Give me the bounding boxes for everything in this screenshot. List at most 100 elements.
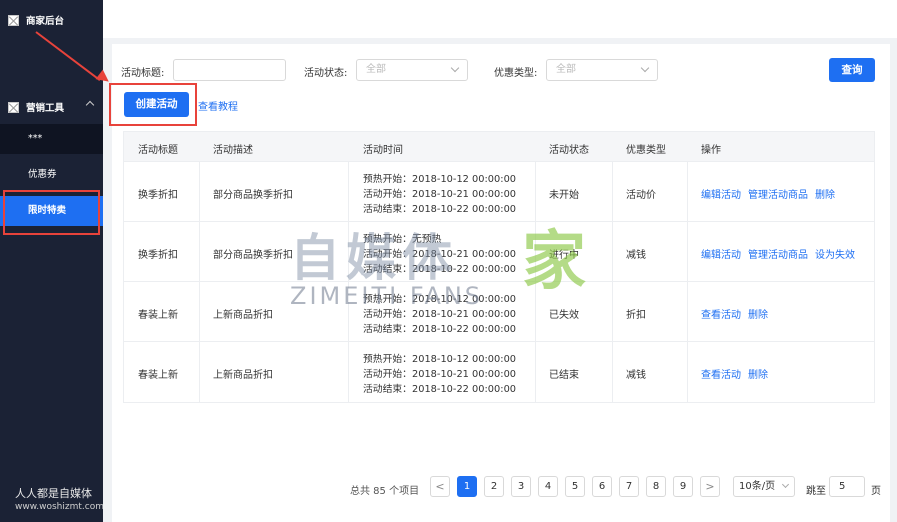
cell-time-end: 活动结束：2018-10-22 00:00:00 xyxy=(363,204,517,215)
cell-status: 未开始 xyxy=(549,190,579,201)
delete-link[interactable]: 删除 xyxy=(748,370,768,381)
column-divider xyxy=(199,162,200,221)
cell-time-start: 活动开始：2018-10-21 00:00:00 xyxy=(363,309,517,320)
column-divider xyxy=(348,162,349,221)
column-divider xyxy=(612,222,613,281)
column-divider xyxy=(687,342,688,402)
top-bar xyxy=(103,0,897,38)
page-button-5[interactable]: 5 xyxy=(565,476,585,497)
broken-image-icon xyxy=(8,14,19,26)
table-row: 春装上新 上新商品折扣 预热开始：2018-10-12 00:00:00 活动开… xyxy=(124,342,874,402)
filter-type-value: 全部 xyxy=(556,64,576,75)
cell-time-end: 活动结束：2018-10-22 00:00:00 xyxy=(363,264,517,275)
manage-products-link[interactable]: 管理活动商品 xyxy=(748,250,808,261)
sidebar-brand[interactable]: 商家后台 xyxy=(8,13,64,27)
page-button-1[interactable]: 1 xyxy=(457,476,477,497)
annotation-highlight-create xyxy=(109,83,197,126)
pagination: 总共 85 个项目 < 1 2 3 4 5 6 7 8 9 > 10条/页 跳至… xyxy=(0,476,897,498)
chevron-down-icon xyxy=(640,63,650,73)
cell-time-end: 活动结束：2018-10-22 00:00:00 xyxy=(363,384,517,395)
filter-type-select[interactable]: 全部 xyxy=(546,59,658,81)
sidebar-brand-label: 商家后台 xyxy=(26,16,65,27)
view-activity-link[interactable]: 查看活动 xyxy=(701,370,741,381)
page-button-7[interactable]: 7 xyxy=(619,476,639,497)
chevron-down-icon xyxy=(450,63,460,73)
sidebar-group-label: 营销工具 xyxy=(26,103,65,114)
cell-time-start: 活动开始：2018-10-21 00:00:00 xyxy=(363,189,517,200)
jump-page-input[interactable]: 5 xyxy=(829,476,865,497)
table-row: 换季折扣 部分商品换季折扣 预热开始：无预热 活动开始：2018-10-21 0… xyxy=(124,222,874,282)
cell-type: 减钱 xyxy=(626,250,646,261)
page-button-9[interactable]: 9 xyxy=(673,476,693,497)
view-activity-link[interactable]: 查看活动 xyxy=(701,310,741,321)
cell-time-start: 活动开始：2018-10-21 00:00:00 xyxy=(363,249,517,260)
page-button-2[interactable]: 2 xyxy=(484,476,504,497)
cell-ops: 编辑活动 管理活动商品 删除 xyxy=(701,186,842,201)
table-header-cell: 活动标题 xyxy=(138,145,178,156)
cell-time-preheat: 预热开始：2018-10-12 00:00:00 xyxy=(363,294,517,305)
cell-status: 已结束 xyxy=(549,370,579,381)
cell-desc: 上新商品折扣 xyxy=(213,370,273,381)
column-divider xyxy=(612,162,613,221)
cell-status: 进行中 xyxy=(549,250,579,261)
cell-desc: 部分商品换季折扣 xyxy=(213,190,293,201)
filter-status-value: 全部 xyxy=(366,64,386,75)
table-header-cell: 优惠类型 xyxy=(626,145,666,156)
filter-title-input[interactable] xyxy=(173,59,286,81)
cell-type: 减钱 xyxy=(626,370,646,381)
table-header-cell: 操作 xyxy=(701,145,721,156)
activity-table: 活动标题 活动描述 活动时间 活动状态 优惠类型 操作 换季折扣 部分商品换季折… xyxy=(123,131,875,403)
view-tutorial-link[interactable]: 查看教程 xyxy=(198,98,238,113)
column-divider xyxy=(199,282,200,341)
cell-status: 已失效 xyxy=(549,310,579,321)
cell-desc: 部分商品换季折扣 xyxy=(213,250,293,261)
cell-ops: 查看活动 删除 xyxy=(701,366,775,381)
cell-type: 活动价 xyxy=(626,190,656,201)
cell-ops: 编辑活动 管理活动商品 设为失效 xyxy=(701,246,862,261)
delete-link[interactable]: 删除 xyxy=(815,190,835,201)
cell-time-preheat: 预热开始：2018-10-12 00:00:00 xyxy=(363,174,517,185)
page-button-8[interactable]: 8 xyxy=(646,476,666,497)
cell-time-preheat: 预热开始：2018-10-12 00:00:00 xyxy=(363,354,517,365)
cell-title: 春装上新 xyxy=(138,370,178,381)
cell-title: 换季折扣 xyxy=(138,250,178,261)
cell-type: 折扣 xyxy=(626,310,646,321)
column-divider xyxy=(535,282,536,341)
page-button-4[interactable]: 4 xyxy=(538,476,558,497)
filter-type-label: 优惠类型: xyxy=(494,68,538,79)
set-invalid-link[interactable]: 设为失效 xyxy=(815,250,855,261)
filter-status-select[interactable]: 全部 xyxy=(356,59,468,81)
sidebar-item-label: 优惠券 xyxy=(28,169,57,180)
column-divider xyxy=(535,222,536,281)
sidebar-item-masked[interactable]: *** xyxy=(0,124,103,154)
column-divider xyxy=(612,282,613,341)
column-divider xyxy=(199,222,200,281)
edit-activity-link[interactable]: 编辑活动 xyxy=(701,190,741,201)
prev-page-button[interactable]: < xyxy=(430,476,450,497)
chevron-down-icon xyxy=(781,480,790,489)
table-header-cell: 活动时间 xyxy=(363,145,403,156)
page-size-select[interactable]: 10条/页 xyxy=(733,476,795,497)
sidebar: 商家后台 营销工具 *** 优惠券 限时特卖 人人都是自媒体 www.woshi… xyxy=(0,0,104,522)
column-divider xyxy=(348,222,349,281)
manage-products-link[interactable]: 管理活动商品 xyxy=(748,190,808,201)
column-divider xyxy=(687,282,688,341)
pagination-total: 总共 85 个项目 xyxy=(350,486,420,497)
sidebar-group-marketing[interactable]: 营销工具 xyxy=(8,100,103,114)
column-divider xyxy=(348,282,349,341)
column-divider xyxy=(687,222,688,281)
broken-image-icon xyxy=(8,101,19,113)
edit-activity-link[interactable]: 编辑活动 xyxy=(701,250,741,261)
sidebar-item-coupon[interactable]: 优惠券 xyxy=(0,160,103,190)
page-button-3[interactable]: 3 xyxy=(511,476,531,497)
page-button-6[interactable]: 6 xyxy=(592,476,612,497)
delete-link[interactable]: 删除 xyxy=(748,310,768,321)
next-page-button[interactable]: > xyxy=(700,476,720,497)
filter-status-label: 活动状态: xyxy=(304,68,348,79)
page-size-value: 10条/页 xyxy=(739,481,776,492)
cell-ops: 查看活动 删除 xyxy=(701,306,775,321)
column-divider xyxy=(535,342,536,402)
table-row: 换季折扣 部分商品换季折扣 预热开始：2018-10-12 00:00:00 活… xyxy=(124,162,874,222)
column-divider xyxy=(687,162,688,221)
query-button[interactable]: 查询 xyxy=(829,58,875,82)
